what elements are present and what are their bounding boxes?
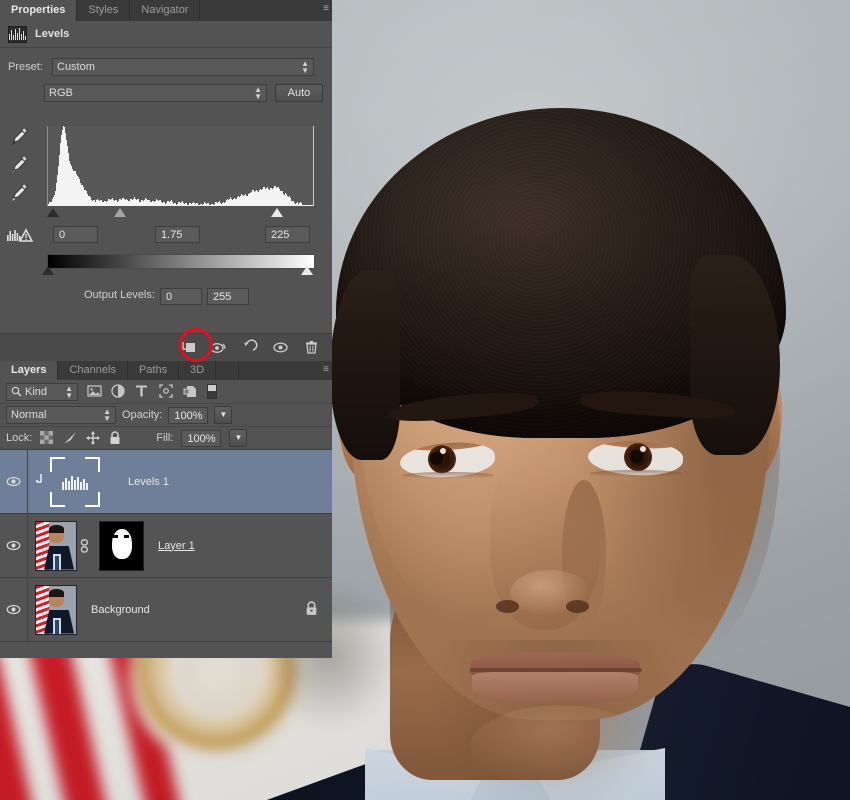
table-row[interactable]: Layer 1 (0, 514, 332, 578)
page-title: Levels (35, 28, 70, 40)
auto-button[interactable]: Auto (275, 84, 323, 102)
annotation-circle (179, 328, 213, 362)
output-black-field[interactable]: 0 (160, 288, 202, 305)
input-gamma-handle[interactable] (114, 208, 126, 217)
table-row[interactable]: Levels 1 (0, 450, 332, 514)
opacity-scrubber-button[interactable]: ▼ (214, 406, 233, 424)
properties-footer (0, 333, 332, 361)
eye-icon (6, 476, 21, 487)
clipping-mask-indicator-icon (32, 472, 50, 491)
tab-layers[interactable]: Layers (0, 361, 59, 380)
preset-value: Custom (57, 61, 95, 73)
photoshop-window: Properties Styles Navigator ≡ Levels Pre… (0, 0, 850, 800)
layers-panel: Layers Channels Paths 3D ≡ Kind ▲ ▼ Norm… (0, 361, 332, 658)
opacity-field[interactable]: 100% (168, 406, 209, 424)
panel-menu-icon[interactable]: ≡ (323, 3, 329, 14)
filter-type-layers-icon[interactable] (135, 384, 150, 399)
output-white-handle[interactable] (301, 266, 313, 275)
delete-adjustment-button[interactable] (303, 339, 320, 356)
layer-thumbnail[interactable] (35, 520, 77, 571)
lock-position-icon[interactable] (86, 430, 101, 446)
white-point-eyedropper[interactable] (8, 182, 30, 204)
tab-navigator[interactable]: Navigator (130, 0, 201, 21)
blend-mode-row: Normal ▲ ▼ Opacity: 100% ▼ (0, 404, 332, 427)
levels-histogram-icon (8, 25, 27, 43)
input-white-field[interactable]: 225 (265, 226, 310, 243)
tab-paths[interactable]: Paths (128, 361, 180, 380)
layer-thumbnail[interactable] (35, 584, 77, 635)
layer-name[interactable]: Layer 1 (158, 540, 195, 552)
histogram-clipping-warning-icon[interactable] (7, 228, 34, 247)
layer-visibility-toggle[interactable] (0, 514, 28, 577)
preset-label: Preset: (8, 61, 43, 73)
adjustment-thumbnail[interactable] (50, 456, 100, 507)
levels-histogram[interactable] (47, 126, 314, 206)
channel-value: RGB (49, 87, 73, 99)
input-black-handle[interactable] (47, 208, 59, 217)
channel-select[interactable]: RGB ▲ ▼ (44, 84, 267, 102)
chevron-updown-icon: ▲ ▼ (254, 85, 262, 101)
filter-shape-layers-icon[interactable] (159, 384, 174, 399)
output-black-handle[interactable] (42, 266, 54, 275)
input-white-handle[interactable] (271, 208, 283, 217)
input-black-field[interactable]: 0 (53, 226, 98, 243)
layers-tabbar: Layers Channels Paths 3D ≡ (0, 361, 332, 380)
eye-icon (6, 604, 21, 615)
search-icon (11, 386, 22, 397)
filter-adjustment-layers-icon[interactable] (111, 384, 126, 399)
chevron-updown-icon: ▲ ▼ (103, 407, 111, 423)
properties-tabbar: Properties Styles Navigator ≡ (0, 0, 332, 21)
eyedropper-column (8, 126, 34, 210)
layer-visibility-toggle[interactable] (0, 578, 28, 641)
filter-kind-label: Kind (25, 385, 48, 398)
chevron-updown-icon: ▲ ▼ (301, 59, 309, 75)
blend-mode-value: Normal (11, 409, 47, 421)
blend-mode-select[interactable]: Normal ▲ ▼ (6, 406, 116, 424)
tab-properties[interactable]: Properties (0, 0, 78, 21)
levels-header: Levels (0, 21, 332, 48)
layer-name[interactable]: Background (91, 604, 150, 616)
tab-3d[interactable]: 3D (179, 361, 217, 380)
filter-kind-select[interactable]: Kind ▲ ▼ (6, 382, 78, 401)
properties-panel: Properties Styles Navigator ≡ Levels Pre… (0, 0, 332, 658)
fill-scrubber-button[interactable]: ▼ (229, 429, 248, 447)
filter-toggle-switch[interactable] (206, 383, 218, 400)
fill-field[interactable]: 100% (181, 429, 222, 447)
reset-button[interactable] (241, 339, 258, 356)
panel-menu-icon[interactable]: ≡ (323, 364, 329, 375)
preset-select[interactable]: Custom ▲ ▼ (52, 58, 314, 76)
layer-mask-thumbnail[interactable] (99, 520, 144, 571)
lock-all-icon[interactable] (109, 430, 124, 446)
fill-label: Fill: (156, 432, 174, 444)
input-gamma-field[interactable]: 1.75 (155, 226, 200, 243)
layer-name[interactable]: Levels 1 (128, 476, 169, 488)
layer-visibility-toggle[interactable] (0, 450, 28, 513)
lock-image-pixels-icon[interactable] (63, 431, 78, 446)
lock-all-icon (305, 600, 318, 619)
opacity-label: Opacity: (122, 409, 163, 421)
table-row[interactable]: Background (0, 578, 332, 642)
eye-icon (6, 540, 21, 551)
lock-label: Lock: (6, 432, 33, 444)
layer-mask-link-icon[interactable] (77, 538, 91, 553)
tab-styles[interactable]: Styles (77, 0, 131, 21)
output-levels-label: Output Levels: (84, 289, 155, 301)
lock-transparent-pixels-icon[interactable] (40, 430, 55, 446)
tab-channels[interactable]: Channels (58, 361, 128, 380)
toggle-visibility-button[interactable] (272, 339, 289, 356)
output-white-field[interactable]: 255 (207, 288, 249, 305)
lock-row: Lock: Fill: 100% ▼ (0, 427, 332, 450)
black-point-eyedropper[interactable] (8, 126, 30, 148)
gray-point-eyedropper[interactable] (8, 154, 30, 176)
filter-smart-object-icon[interactable] (183, 384, 198, 399)
filter-pixel-layers-icon[interactable] (87, 384, 102, 399)
output-levels-gradient[interactable] (47, 254, 315, 269)
levels-histogram-icon (62, 475, 88, 490)
layer-filter-row: Kind ▲ ▼ (0, 380, 332, 404)
chevron-updown-icon: ▲ ▼ (65, 383, 73, 400)
